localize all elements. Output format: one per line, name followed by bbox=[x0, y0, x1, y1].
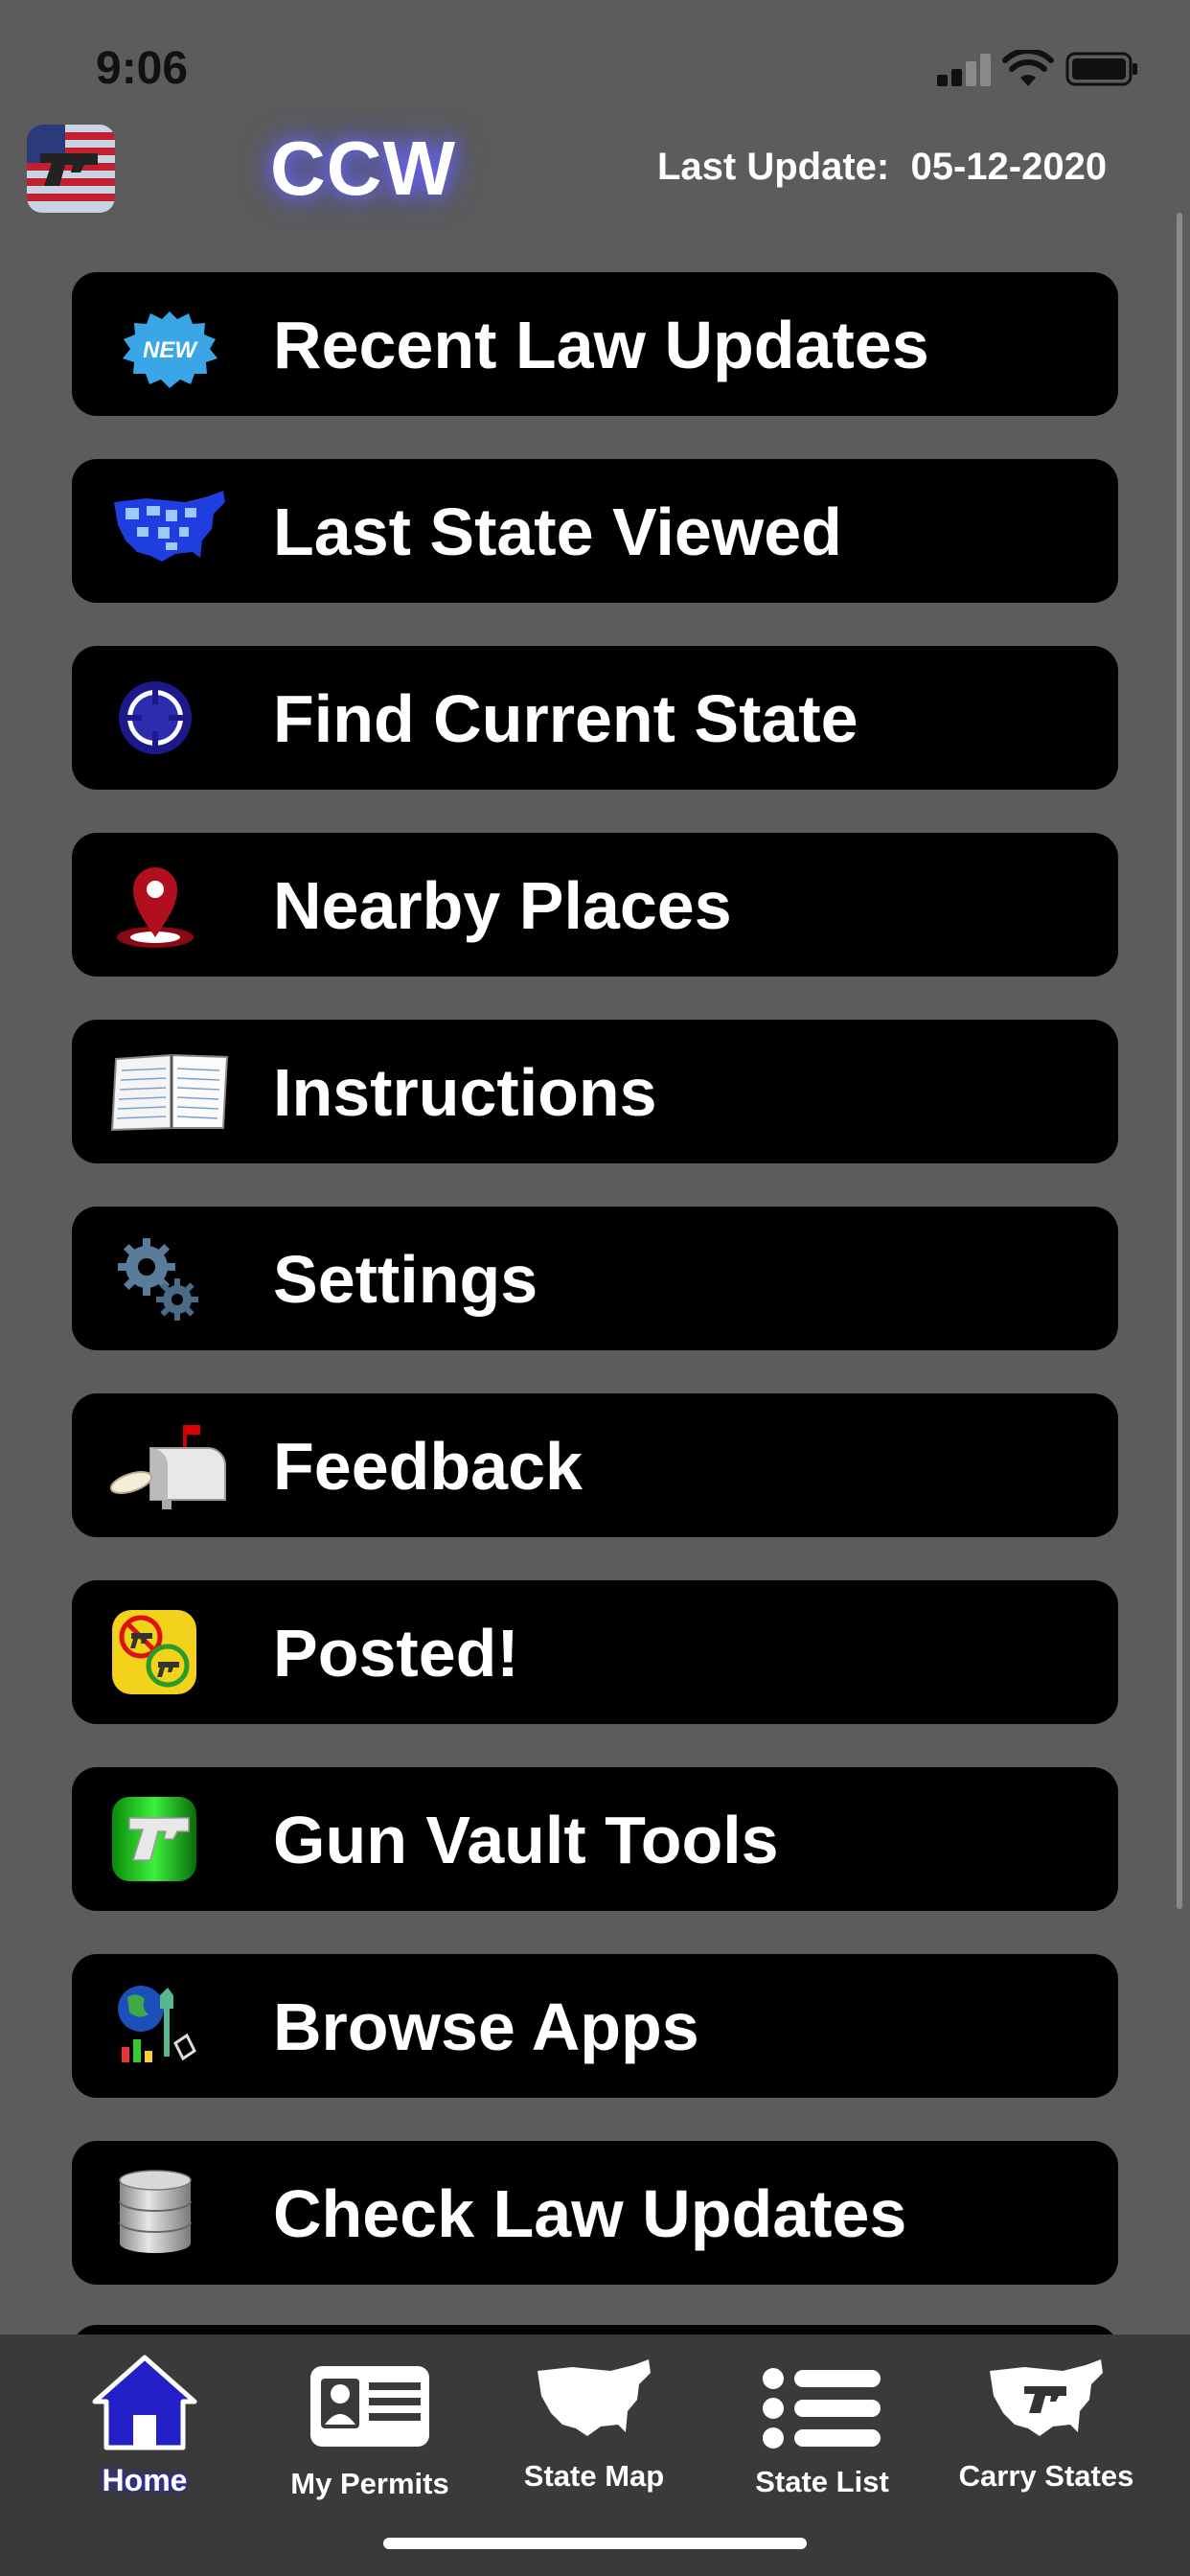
menu-item-label: Find Current State bbox=[273, 681, 858, 756]
gears-icon bbox=[118, 1238, 198, 1321]
gun-vault-tools-button[interactable]: Gun Vault Tools bbox=[72, 1767, 1118, 1911]
tab-label: Carry States bbox=[958, 2459, 1134, 2493]
menu-item-label: Last State Viewed bbox=[273, 494, 842, 569]
posted-button[interactable]: Posted! bbox=[72, 1580, 1118, 1724]
app-logo bbox=[27, 125, 115, 213]
status-bar: 9:06 bbox=[0, 0, 1190, 134]
nearby-places-button[interactable]: Nearby Places bbox=[72, 833, 1118, 977]
menu-item-label: Feedback bbox=[273, 1429, 583, 1504]
tab-carry-states[interactable]: Carry States bbox=[941, 2352, 1152, 2496]
feedback-button[interactable]: Feedback bbox=[72, 1393, 1118, 1537]
menu-item-label: Settings bbox=[273, 1242, 538, 1317]
find-current-state-button[interactable]: Find Current State bbox=[72, 646, 1118, 790]
check-law-updates-button[interactable]: Check Law Updates bbox=[72, 2141, 1118, 2285]
menu-item-label: Gun Vault Tools bbox=[273, 1803, 779, 1877]
recent-law-updates-button[interactable]: NEW Recent Law Updates bbox=[72, 272, 1118, 416]
main-menu: NEW Recent Law Updates Last State Viewed… bbox=[72, 272, 1118, 2328]
us-silhouette-icon bbox=[538, 2359, 651, 2436]
tab-label: Home bbox=[102, 2463, 188, 2497]
app-title: CCW bbox=[270, 126, 457, 211]
home-indicator[interactable] bbox=[383, 2538, 807, 2549]
tab-home[interactable]: Home bbox=[39, 2352, 250, 2497]
last-state-viewed-button[interactable]: Last State Viewed bbox=[72, 459, 1118, 603]
home-icon bbox=[92, 2355, 197, 2450]
notebook-icon bbox=[110, 1053, 229, 1132]
us-map-icon bbox=[114, 491, 225, 562]
tab-my-permits[interactable]: My Permits bbox=[264, 2352, 475, 2500]
posted-sign-icon bbox=[112, 1610, 196, 1694]
status-time: 9:06 bbox=[96, 43, 189, 94]
menu-item-label: Instructions bbox=[273, 1055, 657, 1130]
cellular-signal-icon bbox=[937, 54, 993, 86]
scroll-indicator[interactable] bbox=[1177, 213, 1182, 1909]
tab-label: State Map bbox=[523, 2459, 665, 2493]
last-update-text: Last Update: 05-12-2020 bbox=[657, 146, 1108, 188]
wifi-icon bbox=[1002, 50, 1054, 86]
carry-states-icon bbox=[990, 2359, 1103, 2436]
instructions-button[interactable]: Instructions bbox=[72, 1020, 1118, 1163]
menu-item-label: Recent Law Updates bbox=[273, 308, 929, 382]
apps-globe-icon bbox=[118, 1986, 196, 2062]
id-card-icon bbox=[310, 2366, 429, 2447]
battery-icon bbox=[1065, 52, 1137, 86]
crosshair-icon bbox=[119, 681, 192, 754]
list-icon bbox=[763, 2368, 881, 2449]
menu-item-label: Posted! bbox=[273, 1616, 519, 1690]
menu-item-label: Nearby Places bbox=[273, 868, 732, 943]
tab-label: State List bbox=[755, 2465, 889, 2498]
gun-vault-icon bbox=[112, 1797, 196, 1881]
browse-apps-button[interactable]: Browse Apps bbox=[72, 1954, 1118, 2098]
tab-label: My Permits bbox=[290, 2467, 449, 2500]
tab-state-list[interactable]: State List bbox=[717, 2352, 927, 2498]
menu-item-label: Browse Apps bbox=[273, 1990, 699, 2064]
tab-state-map[interactable]: State Map bbox=[489, 2352, 699, 2496]
map-pin-icon bbox=[117, 867, 194, 948]
database-icon bbox=[119, 2170, 192, 2253]
settings-button[interactable]: Settings bbox=[72, 1207, 1118, 1350]
menu-item-label: Check Law Updates bbox=[273, 2176, 907, 2251]
mailbox-icon bbox=[109, 1425, 226, 1509]
new-badge-icon: NEW bbox=[123, 311, 217, 388]
svg-text:NEW: NEW bbox=[143, 337, 198, 363]
